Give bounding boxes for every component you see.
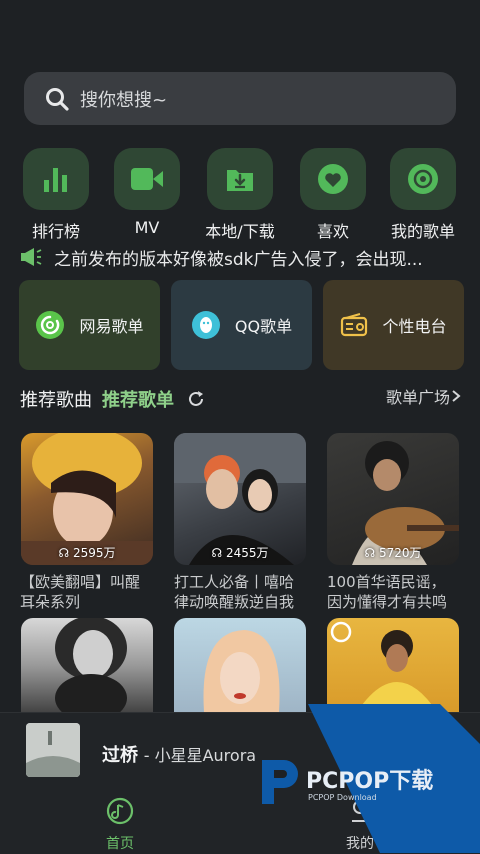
playlist-tile[interactable] — [327, 618, 459, 712]
playlist-cover-image — [203, 630, 280, 712]
song-artist: 小星星Aurora — [154, 746, 257, 765]
play-count: ☊ 5720万 — [327, 544, 459, 561]
quick-item-mv[interactable]: MV — [102, 148, 192, 237]
playlist-tile[interactable] — [21, 618, 153, 712]
playlist-cover-image — [330, 621, 437, 712]
tab-recommend-playlists[interactable]: 推荐歌单 — [102, 386, 174, 412]
quick-item-ranking[interactable]: 排行榜 — [11, 148, 101, 242]
pcpop-logo-icon — [262, 760, 298, 804]
announcement-text: 之前发布的版本好像被sdk广告入侵了，会出现... — [54, 249, 423, 270]
playlist-tile[interactable]: ☊ 2595万 — [21, 433, 153, 565]
playlist-cover-image — [55, 618, 127, 712]
album-cover-image — [26, 723, 80, 777]
quick-label: 我的歌单 — [390, 222, 455, 241]
nav-home[interactable]: 首页 — [80, 797, 160, 853]
play-count: ☊ 2455万 — [174, 544, 306, 561]
headphone-icon: ☊ — [364, 546, 376, 560]
play-count-value: 5720万 — [378, 546, 422, 560]
playlist-square-link[interactable]: 歌单广场 — [386, 384, 462, 408]
artist-separator: - — [143, 746, 155, 765]
announcement-bar[interactable]: 之前发布的版本好像被sdk广告入侵了，会出现... — [20, 244, 460, 270]
quick-label: 排行榜 — [31, 222, 80, 241]
megaphone-icon — [21, 248, 42, 266]
card-netease-playlist[interactable]: 网易歌单 — [19, 280, 160, 370]
quick-label: 本地/下载 — [205, 222, 275, 241]
card-label: 个性电台 — [382, 317, 447, 336]
more-label: 歌单广场 — [385, 388, 450, 407]
chevron-right-icon — [452, 390, 461, 402]
watermark-sub: PCPOP Download — [308, 793, 377, 802]
quick-item-my-playlist[interactable]: 我的歌单 — [378, 148, 468, 242]
headphone-icon: ☊ — [211, 546, 223, 560]
playlist-tile[interactable]: ☊ 2455万 — [174, 433, 306, 565]
heart-icon — [318, 164, 348, 194]
search-placeholder: 搜你想搜~ — [80, 89, 168, 111]
quick-icon-bg — [300, 148, 366, 210]
watermark-brand: PCPOP下载 — [306, 768, 433, 794]
chart-bars-icon — [44, 168, 67, 192]
qq-logo-icon — [191, 311, 220, 339]
card-personal-radio[interactable]: 个性电台 — [323, 280, 464, 370]
now-playing-info[interactable]: 过桥 - 小星星Aurora — [102, 741, 256, 767]
playlist-title[interactable]: 打工人必备丨嘻哈 律动唤醒叛逆自我 — [174, 572, 310, 612]
quick-item-local[interactable]: 本地/下载 — [195, 148, 285, 242]
playlist-title-line: 因为懂得才有共鸣 — [327, 593, 448, 611]
now-playing-cover[interactable] — [26, 723, 80, 777]
quick-icon-bg — [114, 148, 180, 210]
play-count-value: 2595万 — [72, 546, 116, 560]
nav-home-label: 首页 — [106, 836, 134, 852]
video-camera-icon — [131, 168, 163, 190]
disc-icon — [408, 164, 438, 194]
play-count: ☊ 2595万 — [21, 544, 153, 561]
pcpop-watermark: PCPOP下载 PCPOP Download — [306, 704, 480, 853]
quick-icon-bg — [207, 148, 273, 210]
radio-icon — [341, 313, 368, 337]
netease-badge-icon — [330, 621, 352, 643]
playlist-title-line: 【欧美翻唱】叫醒 — [20, 573, 141, 591]
card-qq-playlist[interactable]: QQ歌单 — [171, 280, 312, 370]
card-label: 网易歌单 — [79, 317, 144, 336]
playlist-title-line: 100首华语民谣， — [327, 573, 446, 591]
card-label: QQ歌单 — [234, 317, 293, 336]
song-title: 过桥 — [102, 745, 138, 766]
quick-icon-bg — [390, 148, 456, 210]
playlist-title[interactable]: 100首华语民谣， 因为懂得才有共鸣 — [327, 572, 463, 612]
refresh-icon[interactable] — [186, 389, 206, 409]
netease-logo-icon — [36, 311, 65, 339]
music-disc-icon — [106, 797, 134, 825]
play-count-value: 2455万 — [225, 546, 269, 560]
playlist-title[interactable]: 【欧美翻唱】叫醒 耳朵系列 — [20, 572, 156, 612]
quick-label: 喜欢 — [316, 222, 349, 241]
quick-item-like[interactable]: 喜欢 — [288, 148, 378, 242]
quick-label: MV — [134, 218, 160, 237]
search-bar[interactable]: 搜你想搜~ — [24, 72, 456, 125]
playlist-title-line: 打工人必备丨嘻哈 — [174, 573, 295, 591]
quick-icon-bg — [23, 148, 89, 210]
recommend-tabs: 推荐歌曲 推荐歌单 — [20, 386, 206, 412]
quick-entry-row: 排行榜 MV 本地/下载 喜欢 我的歌单 — [0, 148, 480, 242]
playlist-title-line: 耳朵系列 — [20, 593, 81, 611]
search-icon — [46, 87, 69, 111]
headphone-icon: ☊ — [58, 546, 70, 560]
folder-download-icon — [227, 170, 253, 191]
tab-recommend-songs[interactable]: 推荐歌曲 — [20, 386, 92, 412]
playlist-tile[interactable] — [174, 618, 306, 712]
playlist-tile[interactable]: ☊ 5720万 — [327, 433, 459, 565]
playlist-title-line: 律动唤醒叛逆自我 — [174, 593, 295, 611]
